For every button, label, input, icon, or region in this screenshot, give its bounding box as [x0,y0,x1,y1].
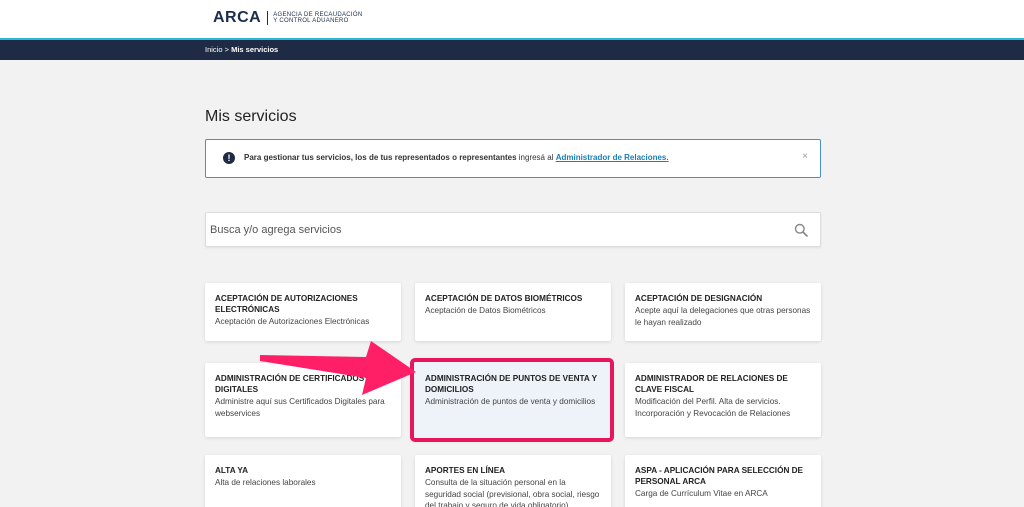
logo-subtitle-line-2: Y CONTROL ADUANERO [273,18,349,24]
link-trailing-dot[interactable]: . [666,153,668,162]
service-card-title: ASPA - APLICACIÓN PARA SELECCIÓN DE PERS… [635,466,804,486]
service-card-title: ADMINISTRACIÓN DE PUNTOS DE VENTA Y DOMI… [425,374,597,394]
service-card-desc: Aceptación de Datos Biométricos [425,306,546,315]
page-title: Mis servicios [205,108,297,125]
annotation-arrow-icon [260,341,416,395]
breadcrumb: Inicio > Mis servicios [205,45,278,54]
search-input[interactable] [210,219,770,241]
logo-subtitle-line-1: AGENCIA DE RECAUDACIÓN [273,11,363,18]
alert-bold-text: Para gestionar tus servicios, los de tus… [244,153,517,162]
breadcrumb-current: Mis servicios [231,45,279,54]
alert-plain-text: ingresá al [516,153,556,162]
service-card[interactable]: ALTA YA Alta de relaciones laborales [205,455,401,507]
service-card-desc: Consulta de la situación personal en la … [425,478,600,507]
service-card-title: ACEPTACIÓN DE DATOS BIOMÉTRICOS [425,294,583,303]
service-card-desc: Administración de puntos de venta y domi… [425,397,596,406]
service-card-desc: Aceptación de Autorizaciones Electrónica… [215,317,370,326]
close-icon[interactable]: × [802,151,808,162]
alert-message: Para gestionar tus servicios, los de tus… [244,153,669,162]
logo-divider [267,11,269,25]
service-card[interactable]: ACEPTACIÓN DE DESIGNACIÓN Acepte aquí la… [625,283,821,341]
service-card[interactable]: ACEPTACIÓN DE AUTORIZACIONES ELECTRÓNICA… [205,283,401,341]
administrador-relaciones-link[interactable]: Administrador de Relaciones [556,153,667,162]
service-card-title: ALTA YA [215,466,249,475]
logo-subtitle: AGENCIA DE RECAUDACIÓN Y CONTROL ADUANER… [273,12,362,25]
service-card[interactable]: ACEPTACIÓN DE DATOS BIOMÉTRICOS Aceptaci… [415,283,611,341]
breadcrumb-home-link[interactable]: Inicio [205,45,223,54]
breadcrumb-separator: > [224,45,229,54]
service-card-title: ACEPTACIÓN DE DESIGNACIÓN [635,294,763,303]
service-card-title: ACEPTACIÓN DE AUTORIZACIONES ELECTRÓNICA… [215,294,358,314]
service-card[interactable]: ASPA - APLICACIÓN PARA SELECCIÓN DE PERS… [625,455,821,507]
service-card-desc: Modificación del Perfil. Alta de servici… [635,397,791,418]
service-card-highlighted[interactable]: ADMINISTRACIÓN DE PUNTOS DE VENTA Y DOMI… [410,358,614,442]
service-card[interactable]: ADMINISTRADOR DE RELACIONES DE CLAVE FIS… [625,363,821,437]
service-card-desc: Carga de Currículum Vitae en ARCA [635,489,768,498]
exclamation-icon: ! [223,152,235,164]
info-alert: ! Para gestionar tus servicios, los de t… [205,139,821,178]
service-search [205,212,821,247]
service-card-desc: Administre aquí sus Certificados Digital… [215,397,385,418]
logo-wordmark: ARCA [213,9,262,26]
service-card-desc: Alta de relaciones laborales [215,478,316,487]
service-card-title: ADMINISTRADOR DE RELACIONES DE CLAVE FIS… [635,374,788,394]
service-card-desc: Acepte aquí la delegaciones que otras pe… [635,306,811,327]
arca-logo[interactable]: ARCA AGENCIA DE RECAUDACIÓN Y CONTROL AD… [213,9,363,27]
service-card-title: APORTES EN LÍNEA [425,466,506,475]
top-header: ARCA AGENCIA DE RECAUDACIÓN Y CONTROL AD… [0,0,1024,38]
breadcrumb-bar: Inicio > Mis servicios [0,40,1024,60]
service-card[interactable]: APORTES EN LÍNEA Consulta de la situació… [415,455,611,507]
search-icon[interactable] [794,223,808,237]
